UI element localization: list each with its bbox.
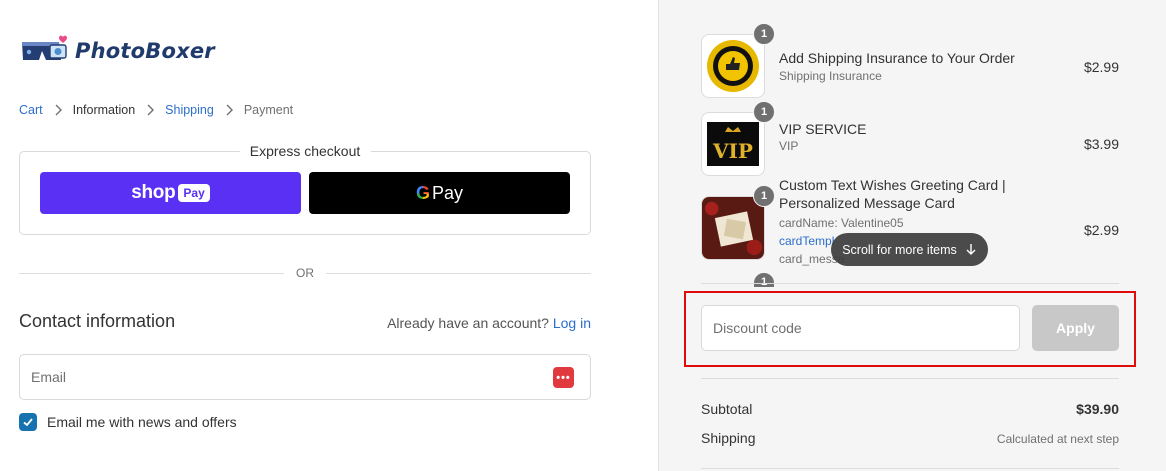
breadcrumb-cart[interactable]: Cart bbox=[19, 103, 43, 117]
item-option: cardName: Valentine05 bbox=[779, 216, 904, 230]
shop-pay-badge: Pay bbox=[178, 184, 210, 202]
svg-text:VIP: VIP bbox=[712, 139, 753, 163]
shop-pay-word: shop bbox=[131, 182, 176, 203]
google-pay-label: Pay bbox=[431, 182, 464, 203]
account-prompt-text: Already have an account? bbox=[387, 315, 549, 331]
express-checkout-title: Express checkout bbox=[239, 143, 371, 159]
greeting-card-photo bbox=[702, 197, 764, 259]
store-logo[interactable]: PhotoBoxer bbox=[19, 34, 215, 68]
line-item: VIP 1 VIP SERVICE VIP $3.99 bbox=[701, 101, 1119, 176]
apply-discount-button[interactable]: Apply bbox=[1032, 305, 1119, 351]
email-input[interactable] bbox=[20, 355, 590, 399]
item-name: Add Shipping Insurance to Your Order bbox=[779, 50, 1015, 66]
line-item: 1 Add Shipping Insurance to Your Order S… bbox=[701, 23, 1119, 98]
shipping-value: Calculated at next step bbox=[996, 432, 1119, 446]
newsletter-checkbox[interactable] bbox=[19, 413, 37, 431]
boxer-shorts-logo-icon bbox=[19, 34, 71, 68]
checkmark-icon bbox=[23, 418, 33, 427]
scroll-hint-label: Scroll for more items bbox=[842, 242, 957, 257]
shipping-insurance-seal-icon bbox=[707, 40, 759, 92]
shipping-row: Shipping Calculated at next step bbox=[701, 430, 1119, 446]
item-thumbnail bbox=[701, 34, 765, 98]
or-label: OR bbox=[296, 266, 314, 280]
breadcrumb: Cart Information Shipping Payment bbox=[19, 103, 293, 117]
account-prompt: Already have an account? Log in bbox=[387, 315, 591, 331]
shipping-label: Shipping bbox=[701, 430, 756, 446]
item-variant: Shipping Insurance bbox=[779, 69, 882, 83]
discount-code-field[interactable] bbox=[701, 305, 1020, 351]
item-name: Custom Text Wishes Greeting Card | Perso… bbox=[779, 177, 1006, 211]
express-checkout: Express checkout shop Pay G Pay bbox=[19, 143, 591, 235]
newsletter-option[interactable]: Email me with news and offers bbox=[19, 413, 237, 431]
quantity-badge: 1 bbox=[753, 272, 775, 288]
summary-divider bbox=[701, 468, 1119, 469]
shop-pay-button[interactable]: shop Pay bbox=[40, 172, 301, 214]
subtotal-row: Subtotal $39.90 bbox=[701, 401, 1119, 417]
item-variant: VIP bbox=[779, 139, 799, 153]
item-name: VIP SERVICE bbox=[779, 121, 867, 137]
subtotal-label: Subtotal bbox=[701, 401, 753, 417]
vip-crown-icon: VIP bbox=[707, 122, 759, 166]
store-name: PhotoBoxer bbox=[75, 39, 215, 63]
chevron-right-icon bbox=[147, 104, 155, 116]
item-thumbnail: VIP bbox=[701, 112, 765, 176]
item-price: $2.99 bbox=[1083, 222, 1119, 238]
divider-line bbox=[326, 273, 591, 274]
item-price: $3.99 bbox=[1083, 136, 1119, 152]
item-price: $2.99 bbox=[1083, 59, 1119, 75]
google-g-icon: G bbox=[415, 182, 430, 203]
quantity-badge: 1 bbox=[753, 185, 775, 207]
newsletter-label: Email me with news and offers bbox=[47, 414, 237, 430]
scroll-for-more-button[interactable]: Scroll for more items bbox=[831, 233, 988, 266]
arrow-down-icon bbox=[966, 244, 976, 255]
contact-title: Contact information bbox=[19, 311, 176, 331]
chevron-right-icon bbox=[55, 104, 62, 116]
items-divider bbox=[701, 283, 1119, 284]
login-link[interactable]: Log in bbox=[553, 315, 591, 331]
discount-divider bbox=[701, 378, 1119, 379]
item-option[interactable]: cardTempl bbox=[779, 234, 834, 248]
breadcrumb-shipping[interactable]: Shipping bbox=[165, 103, 214, 117]
checkout-main: PhotoBoxer Cart Information Shipping Pay… bbox=[0, 0, 658, 471]
password-manager-icon[interactable]: ••• bbox=[553, 367, 574, 388]
subtotal-value: $39.90 bbox=[1076, 401, 1119, 417]
email-field[interactable]: ••• bbox=[19, 354, 591, 400]
google-pay-button[interactable]: G Pay bbox=[309, 172, 570, 214]
discount-code-input[interactable] bbox=[702, 306, 1019, 350]
chevron-right-icon bbox=[226, 104, 233, 116]
breadcrumb-information: Information bbox=[72, 103, 136, 117]
breadcrumb-payment: Payment bbox=[243, 103, 294, 117]
or-divider: OR bbox=[19, 266, 591, 280]
quantity-badge: 1 bbox=[753, 101, 775, 123]
quantity-badge: 1 bbox=[753, 23, 775, 45]
divider-line bbox=[19, 273, 284, 274]
item-thumbnail bbox=[701, 196, 765, 260]
